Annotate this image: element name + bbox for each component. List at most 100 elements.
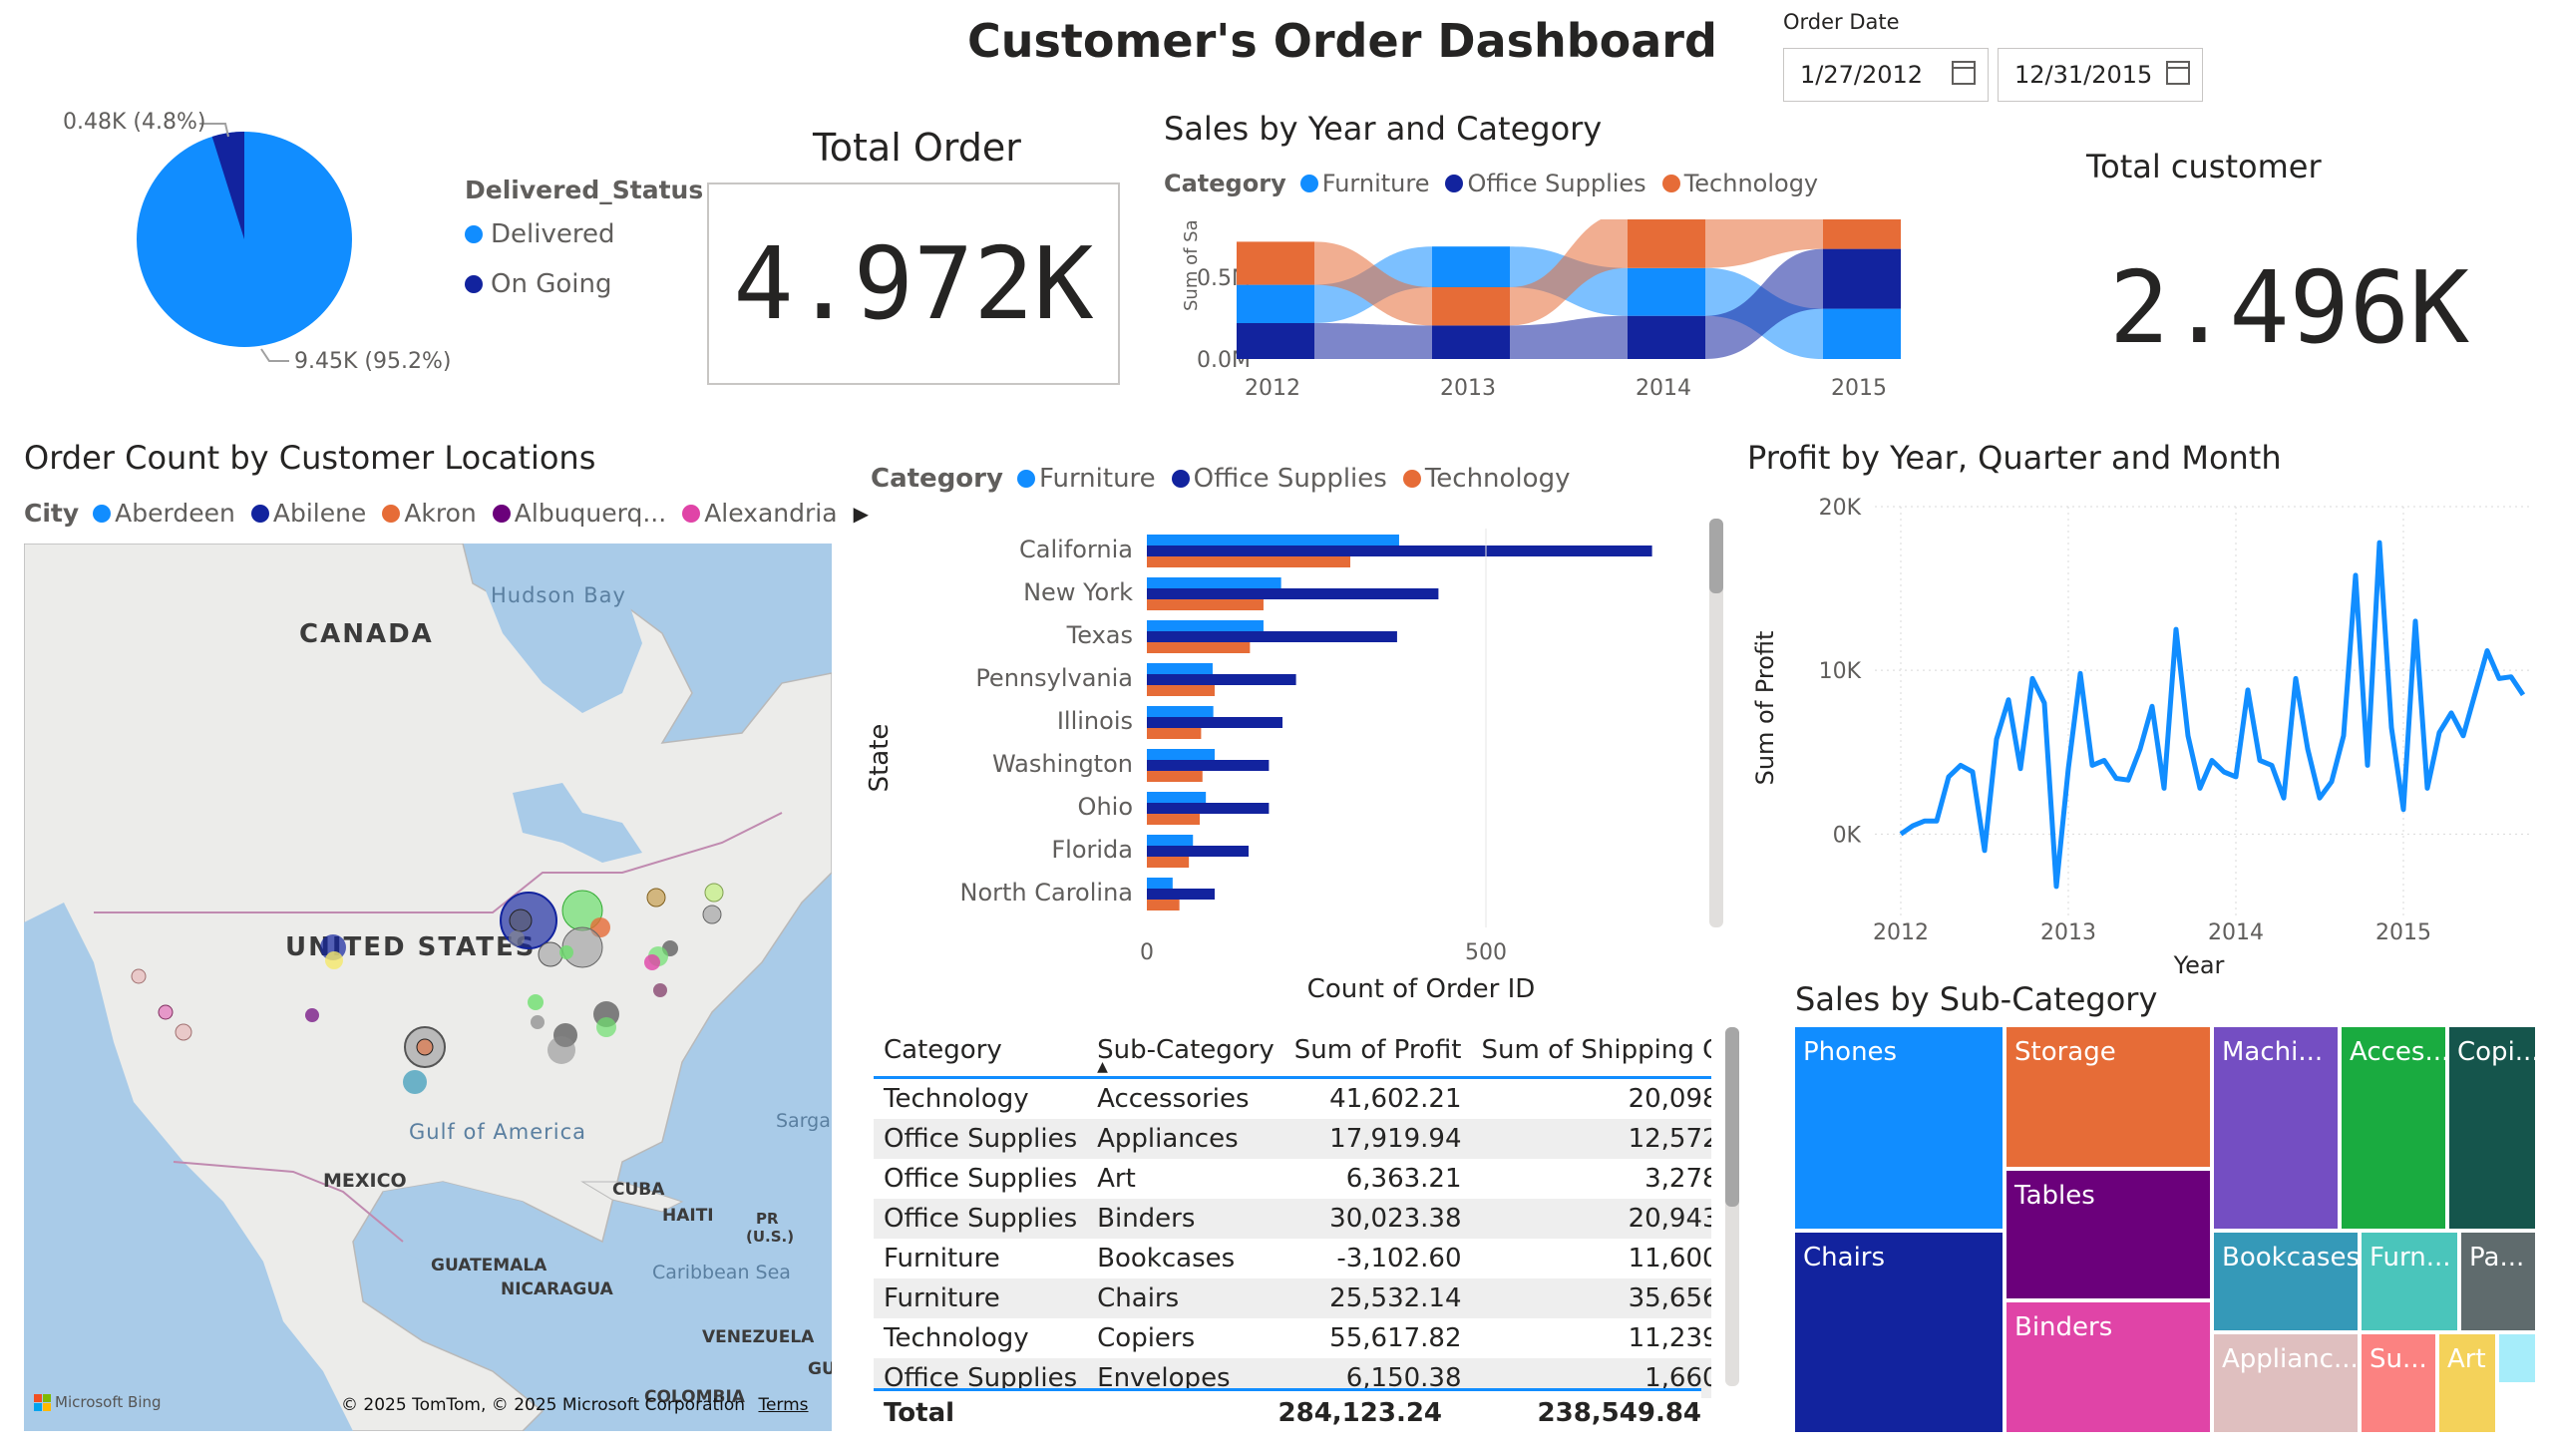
city-bubble[interactable] (547, 1036, 575, 1064)
treemap-cell[interactable]: Tables (2005, 1169, 2212, 1300)
legend-label: Albuquerq... (514, 499, 667, 528)
table-row[interactable]: Furniture Chairs 25,532.14 35,656.98 (874, 1277, 1711, 1318)
treemap-cell[interactable]: Storage (2005, 1025, 2212, 1169)
treemap-cell[interactable]: Machi... (2212, 1025, 2340, 1231)
legend-item-technology[interactable]: Technology (1402, 464, 1570, 494)
city-bubble[interactable] (653, 983, 667, 997)
legend-item-office-supplies[interactable]: Office Supplies (1171, 464, 1387, 494)
city-bubble[interactable] (175, 1023, 192, 1041)
bar-furniture (1147, 835, 1194, 846)
legend-item-furniture[interactable]: Furniture (1016, 464, 1156, 494)
calendar-icon[interactable] (1952, 61, 1976, 85)
pie-legend-item-ongoing[interactable]: On Going (465, 269, 611, 299)
sales-year-title: Sales by Year and Category (1164, 110, 1603, 148)
total-customer-value: 2.496K (2109, 249, 2470, 366)
legend-item-city[interactable]: Alexandria (682, 499, 838, 528)
cell-profit: 55,617.82 (1329, 1322, 1462, 1353)
table-row[interactable]: Technology Copiers 55,617.82 11,239.63 (874, 1318, 1711, 1358)
table-row[interactable]: Office Supplies Art 6,363.21 3,278.10 (874, 1159, 1711, 1199)
state-label: North Carolina (960, 879, 1134, 907)
x-tick-label: 2012 (1245, 376, 1300, 401)
terms-link[interactable]: Terms (758, 1395, 808, 1415)
map-canvas[interactable]: Hudson Bay CANADA UNITED STATES Gulf of … (24, 544, 832, 1431)
table-scroll-thumb[interactable] (1725, 1027, 1739, 1207)
city-bubble[interactable] (644, 954, 660, 970)
table-row[interactable]: Furniture Bookcases -3,102.60 11,600.35 (874, 1239, 1711, 1278)
table-row[interactable]: Office Supplies Binders 30,023.38 20,943.36 (874, 1198, 1711, 1239)
sort-ascending-icon[interactable]: ▲ (1097, 1059, 1108, 1075)
treemap-cell[interactable]: Applianc... (2212, 1332, 2360, 1434)
column-header-shipping[interactable]: Sum of Shipping Cost (1472, 1025, 1712, 1077)
city-bubble[interactable] (158, 1004, 174, 1020)
legend-item-technology[interactable]: Technology (1661, 170, 1818, 197)
city-bubble[interactable] (403, 1070, 427, 1094)
x-tick-label: 2012 (1873, 920, 1929, 945)
treemap-cell[interactable]: Chairs (1793, 1231, 2005, 1434)
y-axis-title: Sum of Sales (1181, 219, 1202, 311)
cell-subcategory: Chairs (1097, 1282, 1180, 1313)
treemap-cell[interactable] (2497, 1332, 2537, 1384)
city-bubble[interactable] (131, 968, 147, 984)
treemap-cell[interactable]: Art (2437, 1332, 2497, 1434)
table-total-row: Total 284,123.24 238,549.84 (874, 1388, 1701, 1435)
pie-legend-item-delivered[interactable]: Delivered (465, 219, 614, 249)
city-bubble[interactable] (646, 888, 666, 908)
legend-label: Furniture (1038, 464, 1156, 494)
treemap-cell[interactable]: Su... (2360, 1332, 2437, 1434)
bar-technology (1147, 642, 1251, 653)
city-bubble[interactable] (538, 941, 563, 967)
legend-item-furniture[interactable]: Furniture (1299, 170, 1429, 197)
legend-item-city[interactable]: Akron (382, 499, 477, 528)
date-end-input[interactable]: 12/31/2015 (1998, 48, 2203, 102)
date-start-input[interactable]: 1/27/2012 (1783, 48, 1989, 102)
legend-title: Category (871, 464, 1003, 494)
bar-technology (1147, 728, 1202, 739)
treemap-cell[interactable]: Phones (1793, 1025, 2005, 1231)
city-bubble[interactable] (509, 930, 525, 946)
pie-leader-line (260, 348, 289, 362)
table-row[interactable]: Office Supplies Appliances 17,919.94 12,572… (874, 1118, 1711, 1159)
legend-title: Category (1164, 170, 1286, 197)
column-header-subcategory[interactable]: Sub-Category ▲ (1087, 1025, 1284, 1077)
x-tick-label: 500 (1465, 940, 1507, 965)
treemap-title: Sales by Sub-Category (1795, 980, 2158, 1018)
treemap-cell[interactable]: Acces... (2340, 1025, 2447, 1231)
city-bubble[interactable] (509, 909, 533, 932)
legend-dot (1661, 175, 1680, 192)
cell-category: Office Supplies (884, 1163, 1078, 1194)
cell-subcategory: Art (1097, 1163, 1136, 1194)
bar-office-supplies (1147, 674, 1296, 685)
column-header-profit[interactable]: Sum of Profit (1284, 1025, 1472, 1077)
column-header-category[interactable]: Category (874, 1025, 1087, 1077)
treemap-cell[interactable]: Copi... (2447, 1025, 2537, 1231)
legend-item-city[interactable]: Abilene (250, 499, 367, 528)
treemap-cell[interactable]: Bookcases (2212, 1231, 2360, 1332)
legend-item-city[interactable]: Aberdeen (93, 499, 235, 528)
city-bubble[interactable] (305, 1008, 319, 1022)
table-row[interactable]: Technology Accessories 41,602.21 20,098.22 (874, 1077, 1711, 1119)
legend-dot (1171, 470, 1190, 488)
legend-dot (1299, 175, 1318, 192)
total-customer-title: Total customer (2086, 148, 2322, 185)
treemap-cell[interactable]: Binders (2005, 1300, 2212, 1434)
cell-subcategory: Binders (1097, 1203, 1196, 1234)
city-bubble[interactable] (531, 1015, 545, 1029)
treemap-cell[interactable]: Pa... (2459, 1231, 2537, 1332)
state-chart-scroll-thumb[interactable] (1709, 519, 1723, 593)
bar-office-supplies (1147, 846, 1249, 857)
legend-item-city[interactable]: Albuquerq... (492, 499, 667, 528)
city-bubble[interactable] (528, 994, 544, 1010)
city-bubble[interactable] (704, 883, 724, 903)
city-bubble[interactable] (596, 1017, 616, 1037)
treemap-cell[interactable]: Furn... (2360, 1231, 2459, 1332)
bar-technology (1147, 771, 1203, 782)
city-bubble[interactable] (416, 1038, 434, 1056)
calendar-icon[interactable] (2166, 61, 2190, 85)
legend-label: Abilene (272, 499, 367, 528)
legend-next-arrow-icon[interactable]: ▶ (854, 502, 869, 526)
city-bubble[interactable] (325, 951, 343, 969)
city-bubble[interactable] (702, 905, 722, 924)
x-tick-label: 0 (1140, 940, 1154, 965)
legend-item-office-supplies[interactable]: Office Supplies (1445, 170, 1646, 197)
city-bubble[interactable] (559, 945, 573, 959)
